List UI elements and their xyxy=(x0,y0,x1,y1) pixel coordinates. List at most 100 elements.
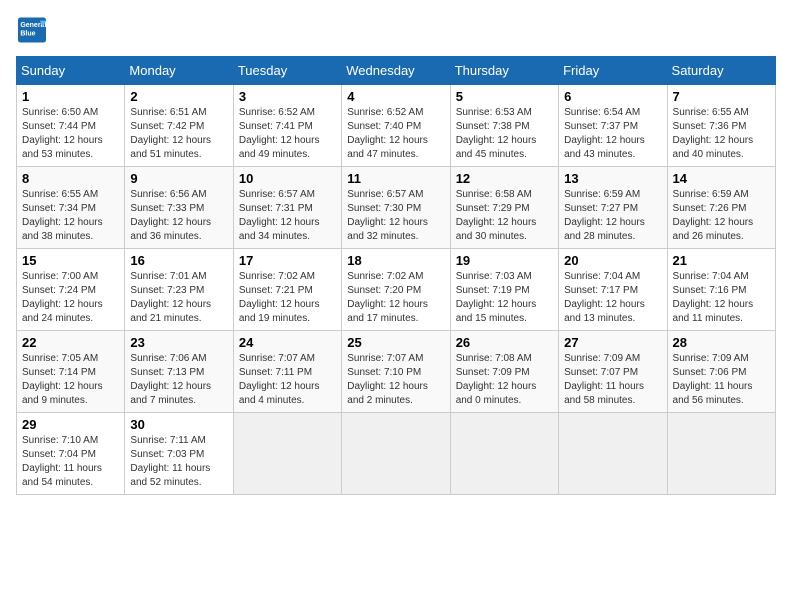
week-row-3: 15 Sunrise: 7:00 AMSunset: 7:24 PMDaylig… xyxy=(17,249,776,331)
day-info: Sunrise: 6:55 AMSunset: 7:36 PMDaylight:… xyxy=(673,107,754,160)
day-number: 13 xyxy=(564,171,661,186)
day-cell xyxy=(342,413,450,495)
day-cell: 2 Sunrise: 6:51 AMSunset: 7:42 PMDayligh… xyxy=(125,85,233,167)
day-info: Sunrise: 7:02 AMSunset: 7:20 PMDaylight:… xyxy=(347,271,428,324)
day-number: 11 xyxy=(347,171,444,186)
day-number: 20 xyxy=(564,253,661,268)
day-cell: 29 Sunrise: 7:10 AMSunset: 7:04 PMDaylig… xyxy=(17,413,125,495)
day-cell: 24 Sunrise: 7:07 AMSunset: 7:11 PMDaylig… xyxy=(233,331,341,413)
day-number: 7 xyxy=(673,89,770,104)
logo: General Blue xyxy=(16,16,52,44)
header-sunday: Sunday xyxy=(17,57,125,85)
day-info: Sunrise: 6:56 AMSunset: 7:33 PMDaylight:… xyxy=(130,189,211,242)
day-info: Sunrise: 6:54 AMSunset: 7:37 PMDaylight:… xyxy=(564,107,645,160)
day-cell: 13 Sunrise: 6:59 AMSunset: 7:27 PMDaylig… xyxy=(559,167,667,249)
day-cell: 22 Sunrise: 7:05 AMSunset: 7:14 PMDaylig… xyxy=(17,331,125,413)
day-info: Sunrise: 7:10 AMSunset: 7:04 PMDaylight:… xyxy=(22,435,102,488)
week-row-1: 1 Sunrise: 6:50 AMSunset: 7:44 PMDayligh… xyxy=(17,85,776,167)
day-info: Sunrise: 7:07 AMSunset: 7:10 PMDaylight:… xyxy=(347,353,428,406)
day-number: 2 xyxy=(130,89,227,104)
day-cell: 16 Sunrise: 7:01 AMSunset: 7:23 PMDaylig… xyxy=(125,249,233,331)
day-cell: 28 Sunrise: 7:09 AMSunset: 7:06 PMDaylig… xyxy=(667,331,775,413)
week-row-5: 29 Sunrise: 7:10 AMSunset: 7:04 PMDaylig… xyxy=(17,413,776,495)
week-row-2: 8 Sunrise: 6:55 AMSunset: 7:34 PMDayligh… xyxy=(17,167,776,249)
day-cell: 3 Sunrise: 6:52 AMSunset: 7:41 PMDayligh… xyxy=(233,85,341,167)
day-info: Sunrise: 6:59 AMSunset: 7:27 PMDaylight:… xyxy=(564,189,645,242)
day-info: Sunrise: 7:11 AMSunset: 7:03 PMDaylight:… xyxy=(130,435,210,488)
day-info: Sunrise: 7:08 AMSunset: 7:09 PMDaylight:… xyxy=(456,353,537,406)
day-cell: 12 Sunrise: 6:58 AMSunset: 7:29 PMDaylig… xyxy=(450,167,558,249)
day-number: 30 xyxy=(130,417,227,432)
day-info: Sunrise: 7:01 AMSunset: 7:23 PMDaylight:… xyxy=(130,271,211,324)
day-info: Sunrise: 6:50 AMSunset: 7:44 PMDaylight:… xyxy=(22,107,103,160)
day-info: Sunrise: 7:02 AMSunset: 7:21 PMDaylight:… xyxy=(239,271,320,324)
day-info: Sunrise: 7:06 AMSunset: 7:13 PMDaylight:… xyxy=(130,353,211,406)
day-number: 12 xyxy=(456,171,553,186)
day-cell: 6 Sunrise: 6:54 AMSunset: 7:37 PMDayligh… xyxy=(559,85,667,167)
day-cell: 20 Sunrise: 7:04 AMSunset: 7:17 PMDaylig… xyxy=(559,249,667,331)
header-friday: Friday xyxy=(559,57,667,85)
day-number: 23 xyxy=(130,335,227,350)
day-info: Sunrise: 7:07 AMSunset: 7:11 PMDaylight:… xyxy=(239,353,320,406)
day-cell: 27 Sunrise: 7:09 AMSunset: 7:07 PMDaylig… xyxy=(559,331,667,413)
day-cell: 9 Sunrise: 6:56 AMSunset: 7:33 PMDayligh… xyxy=(125,167,233,249)
week-row-4: 22 Sunrise: 7:05 AMSunset: 7:14 PMDaylig… xyxy=(17,331,776,413)
day-info: Sunrise: 7:00 AMSunset: 7:24 PMDaylight:… xyxy=(22,271,103,324)
day-number: 16 xyxy=(130,253,227,268)
day-info: Sunrise: 6:51 AMSunset: 7:42 PMDaylight:… xyxy=(130,107,211,160)
header-tuesday: Tuesday xyxy=(233,57,341,85)
day-cell xyxy=(667,413,775,495)
day-info: Sunrise: 6:58 AMSunset: 7:29 PMDaylight:… xyxy=(456,189,537,242)
day-cell: 23 Sunrise: 7:06 AMSunset: 7:13 PMDaylig… xyxy=(125,331,233,413)
day-number: 8 xyxy=(22,171,119,186)
day-info: Sunrise: 6:53 AMSunset: 7:38 PMDaylight:… xyxy=(456,107,537,160)
day-cell: 19 Sunrise: 7:03 AMSunset: 7:19 PMDaylig… xyxy=(450,249,558,331)
day-number: 18 xyxy=(347,253,444,268)
day-cell xyxy=(450,413,558,495)
day-cell: 10 Sunrise: 6:57 AMSunset: 7:31 PMDaylig… xyxy=(233,167,341,249)
day-info: Sunrise: 7:05 AMSunset: 7:14 PMDaylight:… xyxy=(22,353,103,406)
day-cell: 11 Sunrise: 6:57 AMSunset: 7:30 PMDaylig… xyxy=(342,167,450,249)
day-cell: 18 Sunrise: 7:02 AMSunset: 7:20 PMDaylig… xyxy=(342,249,450,331)
day-number: 14 xyxy=(673,171,770,186)
day-number: 10 xyxy=(239,171,336,186)
day-info: Sunrise: 6:57 AMSunset: 7:31 PMDaylight:… xyxy=(239,189,320,242)
day-number: 28 xyxy=(673,335,770,350)
day-number: 5 xyxy=(456,89,553,104)
day-cell xyxy=(559,413,667,495)
day-info: Sunrise: 6:52 AMSunset: 7:41 PMDaylight:… xyxy=(239,107,320,160)
header-wednesday: Wednesday xyxy=(342,57,450,85)
day-number: 3 xyxy=(239,89,336,104)
day-info: Sunrise: 7:09 AMSunset: 7:07 PMDaylight:… xyxy=(564,353,644,406)
day-info: Sunrise: 7:04 AMSunset: 7:17 PMDaylight:… xyxy=(564,271,645,324)
day-cell: 5 Sunrise: 6:53 AMSunset: 7:38 PMDayligh… xyxy=(450,85,558,167)
day-cell: 4 Sunrise: 6:52 AMSunset: 7:40 PMDayligh… xyxy=(342,85,450,167)
day-info: Sunrise: 6:59 AMSunset: 7:26 PMDaylight:… xyxy=(673,189,754,242)
calendar-header-row: SundayMondayTuesdayWednesdayThursdayFrid… xyxy=(17,57,776,85)
day-number: 27 xyxy=(564,335,661,350)
logo-icon: General Blue xyxy=(16,16,48,44)
day-cell: 17 Sunrise: 7:02 AMSunset: 7:21 PMDaylig… xyxy=(233,249,341,331)
header-saturday: Saturday xyxy=(667,57,775,85)
header-thursday: Thursday xyxy=(450,57,558,85)
day-cell xyxy=(233,413,341,495)
day-number: 26 xyxy=(456,335,553,350)
calendar-table: SundayMondayTuesdayWednesdayThursdayFrid… xyxy=(16,56,776,495)
day-cell: 1 Sunrise: 6:50 AMSunset: 7:44 PMDayligh… xyxy=(17,85,125,167)
day-number: 1 xyxy=(22,89,119,104)
day-cell: 30 Sunrise: 7:11 AMSunset: 7:03 PMDaylig… xyxy=(125,413,233,495)
day-info: Sunrise: 7:03 AMSunset: 7:19 PMDaylight:… xyxy=(456,271,537,324)
day-number: 9 xyxy=(130,171,227,186)
day-cell: 26 Sunrise: 7:08 AMSunset: 7:09 PMDaylig… xyxy=(450,331,558,413)
page-header: General Blue xyxy=(16,16,776,44)
day-number: 4 xyxy=(347,89,444,104)
day-info: Sunrise: 6:52 AMSunset: 7:40 PMDaylight:… xyxy=(347,107,428,160)
day-cell: 14 Sunrise: 6:59 AMSunset: 7:26 PMDaylig… xyxy=(667,167,775,249)
day-cell: 15 Sunrise: 7:00 AMSunset: 7:24 PMDaylig… xyxy=(17,249,125,331)
day-number: 6 xyxy=(564,89,661,104)
day-cell: 21 Sunrise: 7:04 AMSunset: 7:16 PMDaylig… xyxy=(667,249,775,331)
day-info: Sunrise: 7:04 AMSunset: 7:16 PMDaylight:… xyxy=(673,271,754,324)
day-number: 24 xyxy=(239,335,336,350)
day-number: 25 xyxy=(347,335,444,350)
svg-text:Blue: Blue xyxy=(20,30,35,37)
